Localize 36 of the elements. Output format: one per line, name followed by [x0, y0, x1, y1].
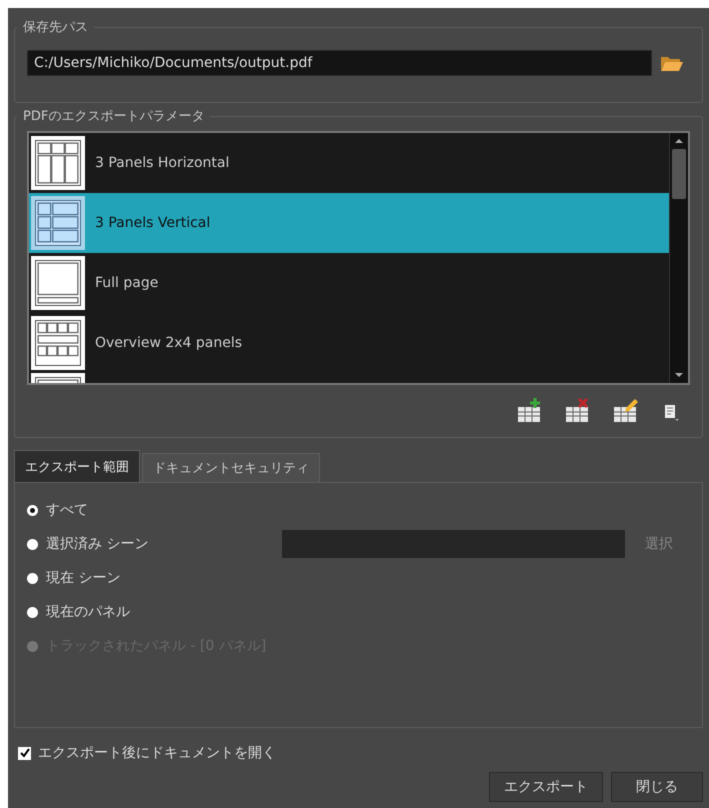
layout-thumbnail-icon [31, 316, 85, 370]
preset-name: 3 Panels Vertical [95, 215, 210, 231]
preset-item[interactable]: Full page [29, 253, 669, 313]
checkbox-label: エクスポート後にドキュメントを開く [38, 744, 276, 762]
dialog-button[interactable]: 閉じる [611, 772, 703, 802]
path-field[interactable]: C:/Users/Michiko/Documents/output.pdf [27, 50, 652, 76]
radio-button[interactable] [27, 538, 38, 550]
preset-item[interactable]: 3 Panels Horizontal [29, 133, 669, 193]
preset-name: Full page [95, 275, 158, 291]
add-table-icon[interactable] [516, 397, 542, 423]
layout-thumbnail-icon [31, 256, 85, 310]
radio-button[interactable] [27, 606, 38, 618]
edit-table-icon[interactable] [612, 397, 638, 423]
folder-icon[interactable] [660, 54, 684, 72]
preset-name: 3 Panels Horizontal [95, 155, 230, 171]
layout-thumbnail-icon [31, 136, 85, 190]
preset-name: Overview 2x4 panels [95, 335, 242, 351]
layout-thumbnail-icon [31, 196, 85, 250]
delete-table-icon[interactable] [564, 397, 590, 423]
preset-item[interactable]: 3 Panels Vertical [29, 193, 669, 253]
group-title: 保存先パス [22, 19, 89, 36]
scene-field[interactable] [282, 530, 625, 558]
scroll-thumb[interactable] [672, 149, 686, 199]
scrollbar[interactable] [669, 133, 688, 383]
preset-item[interactable]: Overview 2x4 panels [29, 313, 669, 373]
radio-label: 選択済み シーン [46, 535, 148, 553]
radio-button[interactable] [27, 504, 38, 516]
radio-label: 現在のパネル [46, 603, 130, 621]
group-title: PDFのエクスポートパラメータ [22, 108, 206, 125]
tab[interactable]: ドキュメントセキュリティ [142, 453, 320, 482]
checkbox[interactable] [18, 746, 31, 760]
tab[interactable]: エクスポート範囲 [14, 450, 140, 482]
radio-button[interactable] [27, 572, 38, 584]
dialog-button[interactable]: エクスポート [489, 772, 603, 802]
radio-label: すべて [46, 501, 88, 519]
radio-label: 現在 シーン [46, 569, 120, 587]
